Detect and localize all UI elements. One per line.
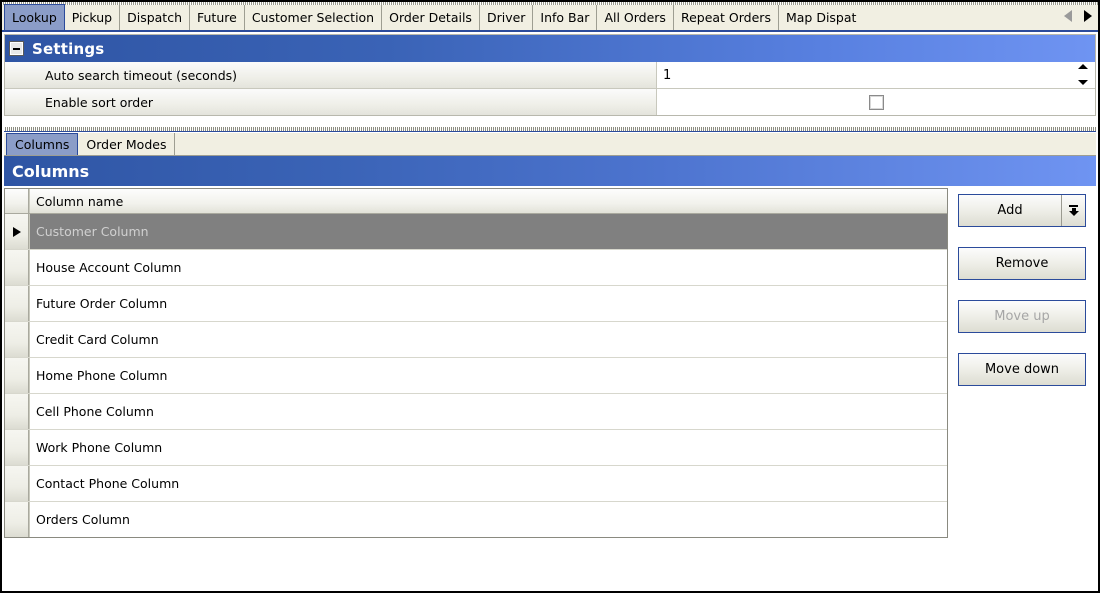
table-row[interactable]: Orders Column	[5, 502, 947, 537]
table-row[interactable]: Work Phone Column	[5, 430, 947, 466]
setting-label: Auto search timeout (seconds)	[5, 62, 657, 88]
column-name-cell[interactable]: Credit Card Column	[29, 322, 947, 357]
spinner-control[interactable]	[1075, 64, 1091, 85]
grid-column-header-name[interactable]: Column name	[29, 189, 947, 213]
main-tab-repeat-orders[interactable]: Repeat Orders	[674, 5, 779, 30]
columns-button-panel: Add Remove Move up Move down	[948, 188, 1096, 538]
columns-panel-header: Columns	[4, 156, 1096, 186]
column-name-cell[interactable]: Contact Phone Column	[29, 466, 947, 501]
auto-search-timeout-field[interactable]: 1	[657, 62, 1095, 88]
row-selector[interactable]	[5, 502, 29, 537]
grid-header-row: Column name	[5, 189, 947, 214]
table-row[interactable]: Future Order Column	[5, 286, 947, 322]
tab-scroll-controls	[1060, 2, 1098, 30]
settings-title: Settings	[32, 39, 105, 58]
column-name-cell[interactable]: Work Phone Column	[29, 430, 947, 465]
main-tab-future[interactable]: Future	[190, 5, 245, 30]
inner-tab-order-modes[interactable]: Order Modes	[78, 133, 176, 155]
remove-button[interactable]: Remove	[958, 247, 1086, 280]
spinner-up-icon[interactable]	[1078, 64, 1088, 69]
move-down-button[interactable]: Move down	[958, 353, 1086, 386]
columns-grid[interactable]: Column name Customer Column House Account…	[4, 188, 948, 538]
triangle-left-icon[interactable]	[1064, 10, 1072, 22]
main-tab-strip: Lookup Pickup Dispatch Future Customer Selec…	[2, 2, 1098, 32]
move-up-button: Move up	[958, 300, 1086, 333]
insert-down-arrow-icon[interactable]	[1061, 195, 1085, 226]
main-tab-lookup[interactable]: Lookup	[4, 4, 65, 30]
spinner-down-icon[interactable]	[1078, 80, 1088, 85]
column-name-cell[interactable]: Home Phone Column	[29, 358, 947, 393]
row-selector[interactable]	[5, 322, 29, 357]
section-separator	[4, 121, 1096, 133]
columns-panel-title: Columns	[12, 161, 90, 181]
minus-icon[interactable]	[9, 41, 24, 56]
inner-tab-columns[interactable]: Columns	[6, 133, 79, 155]
row-selector[interactable]	[5, 250, 29, 285]
main-tab-info-bar[interactable]: Info Bar	[533, 5, 598, 30]
add-button[interactable]: Add	[958, 194, 1086, 227]
main-tab-driver[interactable]: Driver	[480, 5, 534, 30]
main-tab-order-details[interactable]: Order Details	[382, 5, 480, 30]
table-row[interactable]: Credit Card Column	[5, 322, 947, 358]
column-name-cell[interactable]: House Account Column	[29, 250, 947, 285]
row-selector[interactable]	[5, 430, 29, 465]
setting-row-enable-sort-order: Enable sort order	[5, 89, 1095, 115]
table-row[interactable]: Contact Phone Column	[5, 466, 947, 502]
add-button-label[interactable]: Add	[959, 195, 1061, 226]
columns-body: Column name Customer Column House Account…	[4, 188, 1096, 538]
main-tab-dispatch[interactable]: Dispatch	[120, 5, 190, 30]
enable-sort-order-checkbox[interactable]	[868, 94, 884, 110]
main-tab-pickup[interactable]: Pickup	[65, 5, 121, 30]
row-selector-current[interactable]	[5, 214, 29, 249]
row-selector[interactable]	[5, 466, 29, 501]
grid-indicator-header	[5, 189, 29, 213]
auto-search-timeout-value: 1	[663, 67, 672, 83]
row-selector[interactable]	[5, 358, 29, 393]
row-selector[interactable]	[5, 286, 29, 321]
column-name-cell[interactable]: Cell Phone Column	[29, 394, 947, 429]
table-row[interactable]: Cell Phone Column	[5, 394, 947, 430]
column-name-cell[interactable]: Orders Column	[29, 502, 947, 537]
enable-sort-order-cell[interactable]	[657, 89, 1095, 115]
settings-group: Settings Auto search timeout (seconds) 1…	[4, 34, 1096, 116]
setting-label: Enable sort order	[5, 89, 657, 115]
column-name-cell[interactable]: Customer Column	[29, 214, 947, 249]
inner-tab-strip: Columns Order Modes	[4, 133, 1096, 156]
settings-header: Settings	[5, 35, 1095, 62]
main-tab-customer-selection[interactable]: Customer Selection	[245, 5, 383, 30]
settings-window: Lookup Pickup Dispatch Future Customer Selec…	[0, 0, 1100, 593]
main-tab-map-dispat[interactable]: Map Dispat	[779, 5, 863, 30]
triangle-right-icon[interactable]	[1084, 10, 1092, 22]
table-row[interactable]: House Account Column	[5, 250, 947, 286]
setting-row-auto-search-timeout: Auto search timeout (seconds) 1	[5, 62, 1095, 89]
main-tab-all-orders[interactable]: All Orders	[597, 5, 674, 30]
table-row[interactable]: Home Phone Column	[5, 358, 947, 394]
triangle-right-icon	[12, 226, 21, 237]
table-row[interactable]: Customer Column	[5, 214, 947, 250]
row-selector[interactable]	[5, 394, 29, 429]
column-name-cell[interactable]: Future Order Column	[29, 286, 947, 321]
